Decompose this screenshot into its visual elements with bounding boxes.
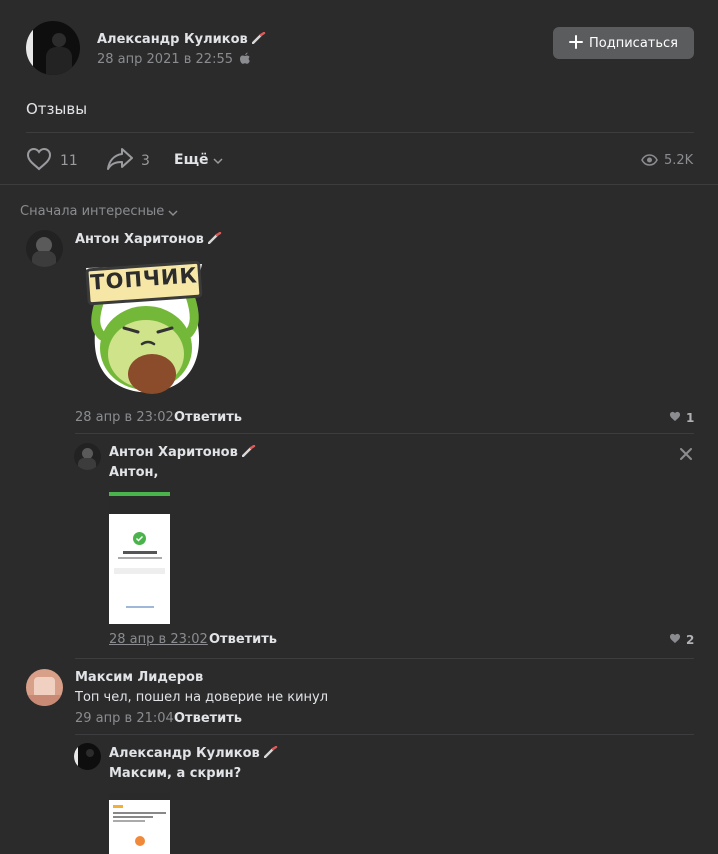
like-button[interactable]: 11: [26, 147, 78, 175]
sort-label: Сначала интересные: [20, 204, 165, 219]
comment-divider: [75, 658, 694, 659]
share-arrow-icon: [106, 147, 134, 175]
comment-divider: [75, 734, 694, 735]
comment-divider: [75, 433, 694, 434]
eye-icon: [641, 151, 658, 170]
reply-button[interactable]: Ответить: [174, 410, 242, 425]
pen-icon: [251, 31, 266, 48]
close-icon[interactable]: [680, 445, 692, 464]
post-date[interactable]: 28 апр 2021 в 22:55: [97, 52, 250, 68]
comment-text: Топ чел, пошел на доверие не кинул: [75, 690, 329, 705]
comment-like-count: 1: [686, 411, 695, 425]
comment-author[interactable]: Антон Харитонов: [75, 231, 222, 248]
reply-button[interactable]: Ответить: [174, 711, 242, 726]
subscribe-button[interactable]: Подписаться: [553, 27, 694, 59]
post-author-name[interactable]: Александр Куликов: [97, 31, 266, 48]
chevron-down-icon: [168, 202, 178, 221]
pen-icon: [263, 745, 278, 762]
post-author-avatar[interactable]: [26, 21, 80, 75]
apple-icon: [240, 52, 250, 68]
plus-icon: [569, 34, 583, 53]
comment-avatar[interactable]: [26, 230, 63, 267]
share-count: 3: [141, 153, 150, 169]
heart-icon: [669, 411, 681, 425]
more-label: Ещё: [174, 151, 209, 168]
reply-text: Антон,: [109, 465, 159, 480]
comment-avatar[interactable]: [26, 669, 63, 706]
reply-date[interactable]: 28 апр в 23:02: [109, 632, 208, 647]
subscribe-label: Подписаться: [589, 35, 678, 51]
views-counter: 5.2K: [641, 151, 693, 170]
comment-like-button[interactable]: 1: [669, 411, 694, 425]
reply-text: Максим, а скрин?: [109, 766, 242, 781]
views-count: 5.2K: [664, 153, 694, 168]
pen-icon: [207, 231, 222, 248]
reply-like-count: 2: [686, 633, 695, 647]
reply-avatar[interactable]: [74, 743, 101, 770]
comment-date[interactable]: 29 апр в 21:04: [75, 711, 174, 726]
chevron-down-icon: [213, 150, 223, 169]
heart-icon: [669, 633, 681, 647]
share-button[interactable]: 3: [106, 147, 150, 175]
reply-like-button[interactable]: 2: [669, 633, 694, 647]
more-menu[interactable]: Ещё: [174, 150, 223, 169]
reply-avatar[interactable]: [74, 443, 101, 470]
comment-date[interactable]: 28 апр в 23:02: [75, 410, 174, 425]
screenshot-attachment[interactable]: [109, 793, 170, 854]
sort-dropdown[interactable]: Сначала интересные: [20, 202, 178, 221]
pen-icon: [241, 444, 256, 461]
section-divider: [0, 184, 718, 185]
reply-author[interactable]: Александр Куликов: [109, 745, 278, 762]
reply-button[interactable]: Ответить: [209, 632, 277, 647]
like-count: 11: [60, 153, 78, 169]
post-text: Отзывы: [26, 100, 88, 118]
heart-outline-icon: [26, 147, 52, 175]
comment-author[interactable]: Максим Лидеров: [75, 670, 203, 685]
screenshot-attachment[interactable]: [109, 492, 170, 624]
reply-author[interactable]: Антон Харитонов: [109, 444, 256, 461]
post-divider: [26, 132, 694, 133]
avocado-sticker: ТОПЧИК: [80, 256, 208, 396]
